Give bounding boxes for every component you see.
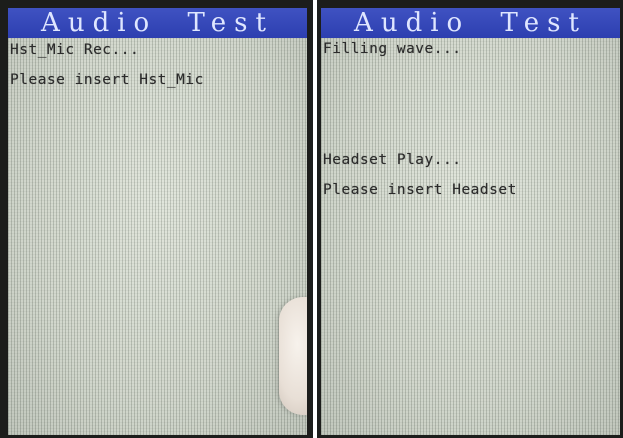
status-line-filling-wave: Filling wave... [323, 41, 462, 57]
screen-title-bar: Audio Test [321, 8, 620, 38]
status-line-mic-recording: Hst_Mic Rec... [10, 42, 140, 58]
finger-in-photo [279, 297, 307, 415]
left-device-photo: Audio Test Hst_Mic Rec... Please insert … [0, 0, 313, 438]
audio-test-screen-headset: Audio Test Filling wave... Headset Play.… [321, 8, 620, 435]
instruction-line-insert-mic: Please insert Hst_Mic [10, 72, 204, 88]
audio-test-screen-mic: Audio Test Hst_Mic Rec... Please insert … [8, 8, 307, 435]
status-line-headset-play: Headset Play... [323, 152, 462, 168]
right-device-photo: Audio Test Filling wave... Headset Play.… [317, 0, 623, 438]
screen-title-bar: Audio Test [8, 8, 307, 38]
instruction-line-insert-headset: Please insert Headset [323, 182, 517, 198]
